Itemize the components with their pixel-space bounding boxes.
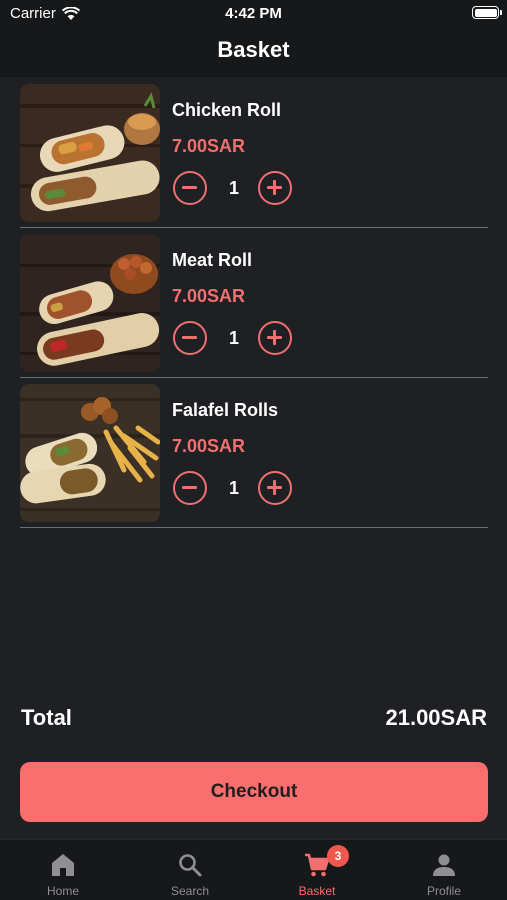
increase-quantity-button[interactable] xyxy=(258,321,292,355)
meat-roll-photo xyxy=(20,234,160,372)
tab-label: Search xyxy=(170,884,210,898)
item-price: 7.00SAR xyxy=(172,436,246,456)
quantity-stepper: 1 xyxy=(172,171,302,207)
home-icon xyxy=(52,854,74,876)
tab-label: Home xyxy=(46,884,79,898)
item-name: Falafel Rolls xyxy=(172,400,279,420)
tab-profile[interactable]: Profile xyxy=(381,840,507,900)
quantity-value: 1 xyxy=(228,478,239,498)
page-title: Basket xyxy=(217,37,290,62)
increase-quantity-button[interactable] xyxy=(258,471,292,505)
decrease-quantity-button[interactable] xyxy=(173,171,207,205)
cart-count-badge: 3 xyxy=(327,845,349,867)
decrease-quantity-button[interactable] xyxy=(173,321,207,355)
tab-search[interactable]: Search xyxy=(127,840,253,900)
status-time: 4:42 PM xyxy=(225,5,282,22)
total-value: 21.00SAR xyxy=(385,705,487,730)
header: Carrier 4:42 PM Basket xyxy=(0,0,507,77)
quantity-stepper: 1 xyxy=(172,321,302,357)
total-row: Total 21.00SAR xyxy=(21,705,487,735)
person-icon xyxy=(433,854,455,876)
quantity-value: 1 xyxy=(228,328,239,348)
item-name: Meat Roll xyxy=(172,250,253,270)
basket-item: Meat Roll 7.00SAR 1 xyxy=(20,228,488,378)
tab-label: Basket xyxy=(298,884,336,898)
basket-item: Falafel Rolls 7.00SAR 1 xyxy=(20,378,488,528)
decrease-quantity-button[interactable] xyxy=(173,471,207,505)
total-label: Total xyxy=(21,705,72,730)
tab-home[interactable]: Home xyxy=(0,840,126,900)
quantity-value: 1 xyxy=(228,178,239,198)
item-price: 7.00SAR xyxy=(172,136,246,156)
item-name: Chicken Roll xyxy=(172,100,282,120)
checkout-button[interactable]: Checkout xyxy=(20,762,488,822)
chicken-roll-photo xyxy=(20,84,160,222)
item-price: 7.00SAR xyxy=(172,286,246,306)
tab-basket[interactable]: 3 Basket xyxy=(254,840,380,900)
quantity-stepper: 1 xyxy=(172,471,302,507)
tab-bar: Home Search 3 Basket Profile xyxy=(0,839,507,900)
battery-icon xyxy=(472,6,502,19)
falafel-rolls-photo xyxy=(20,384,160,522)
search-icon xyxy=(179,854,202,877)
tab-label: Profile xyxy=(426,884,461,898)
basket-list: Chicken Roll 7.00SAR 1 Meat Roll 7.00SAR… xyxy=(20,78,488,528)
status-bar: Carrier 4:42 PM xyxy=(0,0,507,28)
basket-item: Chicken Roll 7.00SAR 1 xyxy=(20,78,488,228)
increase-quantity-button[interactable] xyxy=(258,171,292,205)
